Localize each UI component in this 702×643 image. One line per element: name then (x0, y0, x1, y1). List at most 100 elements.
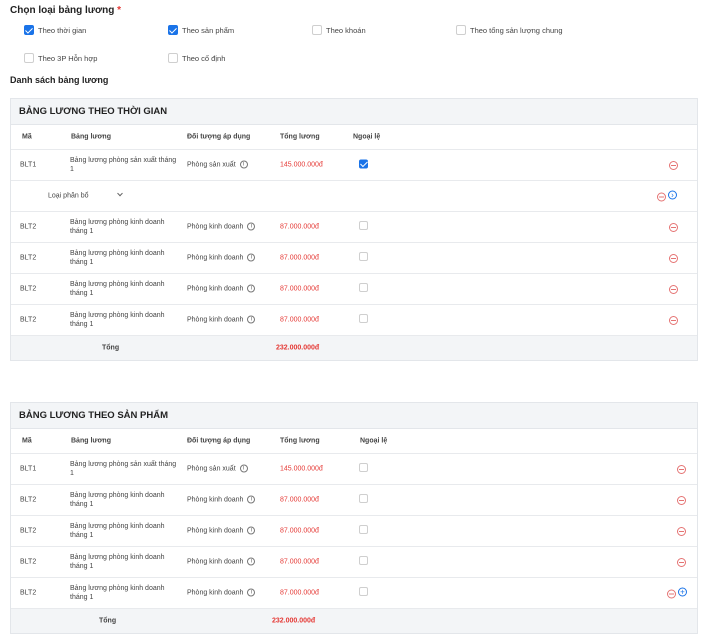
table-row: BLT2 Bảng lương phòng kinh doanh tháng 1… (11, 274, 697, 305)
remove-row-wrap (677, 557, 686, 567)
row-total: 87.000.000đ (280, 316, 319, 324)
remove-icon[interactable] (677, 558, 686, 567)
row-total: 87.000.000đ (280, 527, 319, 535)
remove-row-wrap (669, 284, 678, 294)
row-name: Bảng lương phòng sản xuất tháng 1 (70, 461, 177, 477)
info-icon[interactable]: i (239, 160, 248, 169)
exception-checkbox[interactable] (359, 314, 368, 323)
type-option-label: Theo tổng sản lượng chung (470, 25, 563, 35)
type-option-3p[interactable]: Theo 3P Hỗn hợp (24, 53, 97, 63)
info-icon[interactable]: i (247, 222, 256, 231)
row-name: Bảng lương phòng kinh doanh tháng 1 (70, 523, 165, 539)
row-code: BLT2 (20, 254, 37, 262)
table-row: BLT2 Bảng lương phòng kinh doanh tháng 1… (11, 485, 697, 516)
row-code: BLT1 (20, 161, 37, 169)
type-option-label: Theo khoán (326, 25, 366, 35)
row-target: Phòng kinh doanh i (187, 495, 256, 505)
row-code: BLT1 (20, 465, 37, 473)
remove-icon[interactable] (669, 254, 678, 263)
table-header-row: Mã Bảng lương Đối tượng áp dụng Tổng lươ… (11, 125, 697, 150)
col-total: Tổng lương (280, 437, 320, 445)
time-salary-panel: BẢNG LƯƠNG THEO THỜI GIAN Mã Bảng lương … (10, 98, 698, 361)
remove-icon[interactable] (669, 223, 678, 232)
exception-checkbox[interactable] (359, 221, 368, 230)
remove-icon[interactable] (669, 285, 678, 294)
table-row: BLT2 Bảng lương phòng kinh doanh tháng 1… (11, 578, 697, 609)
chevron-down-icon (117, 190, 124, 197)
remove-icon[interactable] (677, 496, 686, 505)
table-row: BLT1 Bảng lương phòng sản xuất tháng 1 P… (11, 454, 697, 485)
remove-icon[interactable] (669, 316, 678, 325)
checkbox-fixed[interactable] (168, 53, 178, 63)
row-total: 87.000.000đ (280, 285, 319, 293)
checkbox-total-output[interactable] (456, 25, 466, 35)
row-code: BLT2 (20, 316, 37, 324)
table-row: BLT2 Bảng lương phòng kinh doanh tháng 1… (11, 547, 697, 578)
info-icon[interactable]: i (247, 557, 256, 566)
total-value: 232.000.000đ (276, 344, 320, 352)
allocation-select[interactable]: Loại phân bổ (48, 190, 124, 201)
exception-checkbox[interactable] (359, 252, 368, 261)
checkbox-contract[interactable] (312, 25, 322, 35)
remove-icon[interactable] (667, 589, 676, 599)
type-option-label: Theo cố định (182, 53, 226, 63)
type-option-total-output[interactable]: Theo tổng sản lượng chung (456, 25, 563, 35)
total-label: Tổng (102, 344, 120, 352)
remove-icon[interactable] (677, 527, 686, 536)
row-total: 87.000.000đ (280, 496, 319, 504)
row-total: 145.000.000đ (280, 161, 323, 169)
remove-row-wrap (677, 495, 686, 505)
exception-checkbox[interactable] (359, 463, 368, 472)
exception-checkbox[interactable] (359, 556, 368, 565)
row-code: BLT2 (20, 527, 37, 535)
exception-checkbox-wrap (359, 463, 368, 475)
exception-checkbox[interactable] (359, 159, 368, 169)
type-option-time[interactable]: Theo thời gian (24, 25, 86, 35)
row-total: 87.000.000đ (280, 223, 319, 231)
col-name: Bảng lương (71, 437, 111, 445)
exception-checkbox[interactable] (359, 587, 368, 596)
salary-type-heading: Chọn loại bảng lương * (10, 5, 121, 16)
checkbox-product[interactable] (168, 25, 178, 35)
exception-checkbox-wrap (359, 556, 368, 568)
type-option-contract[interactable]: Theo khoán (312, 25, 366, 35)
type-option-fixed[interactable]: Theo cố định (168, 53, 225, 63)
info-icon[interactable]: i (247, 284, 256, 293)
remove-icon[interactable] (669, 161, 678, 170)
info-icon[interactable]: i (247, 253, 256, 262)
row-total: 87.000.000đ (280, 589, 319, 597)
checkbox-time[interactable] (24, 25, 34, 35)
info-icon[interactable]: i (247, 315, 256, 324)
total-label: Tổng (99, 617, 117, 625)
checkbox-3p[interactable] (24, 53, 34, 63)
row-code: BLT2 (20, 496, 37, 504)
col-name: Bảng lương (71, 133, 111, 141)
row-target: Phòng kinh doanh i (187, 557, 256, 567)
info-icon[interactable]: i (247, 526, 256, 535)
col-exception: Ngoại lệ (360, 437, 388, 445)
info-icon[interactable]: i (247, 495, 256, 504)
exception-checkbox[interactable] (359, 494, 368, 503)
type-option-label: Theo 3P Hỗn hợp (38, 53, 98, 63)
row-target-text: Phòng kinh doanh (187, 316, 244, 324)
type-option-product[interactable]: Theo sản phẩm (168, 25, 234, 35)
remove-icon[interactable] (657, 192, 666, 202)
table-row: BLT2 Bảng lương phòng kinh doanh tháng 1… (11, 243, 697, 274)
table-row: BLT2 Bảng lương phòng kinh doanh tháng 1… (11, 212, 697, 243)
total-row: Tổng 232.000.000đ (11, 609, 697, 633)
row-target: Phòng kinh doanh i (187, 315, 256, 325)
exception-checkbox-wrap (359, 525, 368, 537)
allocation-row: Loại phân bổ › (11, 181, 697, 212)
info-icon[interactable]: i (239, 464, 248, 473)
add-icon[interactable]: + (677, 587, 687, 597)
exception-checkbox[interactable] (359, 283, 368, 292)
info-icon[interactable]: i (247, 588, 256, 597)
remove-icon[interactable] (677, 465, 686, 474)
exception-checkbox[interactable] (359, 525, 368, 534)
type-option-label: Theo thời gian (38, 25, 87, 35)
remove-row-wrap (669, 315, 678, 325)
arrow-right-icon[interactable]: › (667, 190, 677, 200)
row-name: Bảng lương phòng sản xuất tháng 1 (70, 157, 177, 173)
row-total: 87.000.000đ (280, 254, 319, 262)
exception-checkbox-wrap (359, 252, 368, 264)
